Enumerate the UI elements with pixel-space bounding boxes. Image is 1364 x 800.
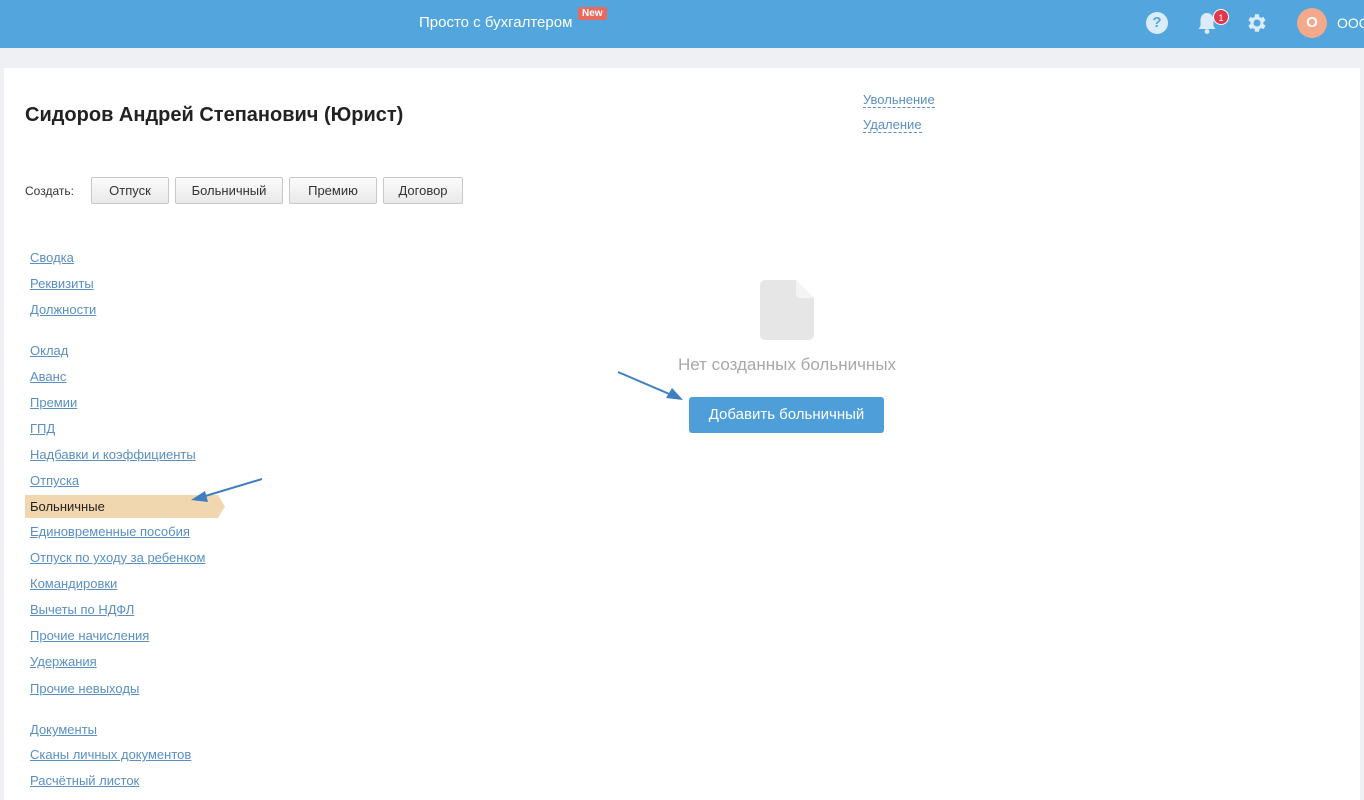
new-badge: New <box>578 7 607 20</box>
nav-parental-leave[interactable]: Отпуск по уходу за ребенком <box>30 550 205 566</box>
nav-requisites[interactable]: Реквизиты <box>30 276 94 292</box>
employee-title: Сидоров Андрей Степанович (Юрист) <box>25 104 404 126</box>
empty-state-text: Нет созданных больничных <box>677 355 897 374</box>
nav-bonuses[interactable]: Премии <box>30 395 77 411</box>
nav-allowances[interactable]: Надбавки и коэффициенты <box>30 447 196 463</box>
create-sick-leave-button[interactable]: Больничный <box>175 177 283 204</box>
gear-icon[interactable] <box>1245 11 1269 35</box>
organization-name[interactable]: ООО <box>1337 15 1364 31</box>
top-bar: Просто с бухгалтером New ? 1 О ООО <box>0 0 1364 48</box>
nav-other-accruals[interactable]: Прочие начисления <box>30 628 149 644</box>
notification-count-badge: 1 <box>1213 9 1229 25</box>
nav-tax-deductions[interactable]: Вычеты по НДФЛ <box>30 602 134 618</box>
nav-one-time-benefits[interactable]: Единовременные пособия <box>30 524 190 540</box>
nav-document-scans[interactable]: Сканы личных документов <box>30 747 191 763</box>
nav-vacations[interactable]: Отпуска <box>30 473 79 489</box>
nav-other-absences[interactable]: Прочие невыходы <box>30 681 139 697</box>
delete-link[interactable]: Удаление <box>863 117 922 133</box>
nav-gpd[interactable]: ГПД <box>30 421 55 437</box>
nav-positions[interactable]: Должности <box>30 302 96 318</box>
create-bonus-button[interactable]: Премию <box>289 177 377 204</box>
dismissal-link[interactable]: Увольнение <box>863 92 935 108</box>
nav-summary[interactable]: Сводка <box>30 250 74 266</box>
nav-business-trips[interactable]: Командировки <box>30 576 117 592</box>
nav-salary[interactable]: Оклад <box>30 343 68 359</box>
nav-documents[interactable]: Документы <box>30 722 97 738</box>
avatar[interactable]: О <box>1297 8 1327 38</box>
create-label: Создать: <box>25 184 74 198</box>
help-icon[interactable]: ? <box>1146 12 1168 34</box>
add-sick-leave-button[interactable]: Добавить больничный <box>689 397 884 433</box>
app-title[interactable]: Просто с бухгалтером <box>419 14 572 31</box>
nav-sick-leaves[interactable]: Больничные <box>30 499 105 515</box>
nav-payslip[interactable]: Расчётный листок <box>30 773 139 789</box>
nav-withholdings[interactable]: Удержания <box>30 654 97 670</box>
empty-document-icon <box>760 280 814 340</box>
create-vacation-button[interactable]: Отпуск <box>91 177 169 204</box>
create-contract-button[interactable]: Договор <box>383 177 463 204</box>
nav-advance[interactable]: Аванс <box>30 369 66 385</box>
